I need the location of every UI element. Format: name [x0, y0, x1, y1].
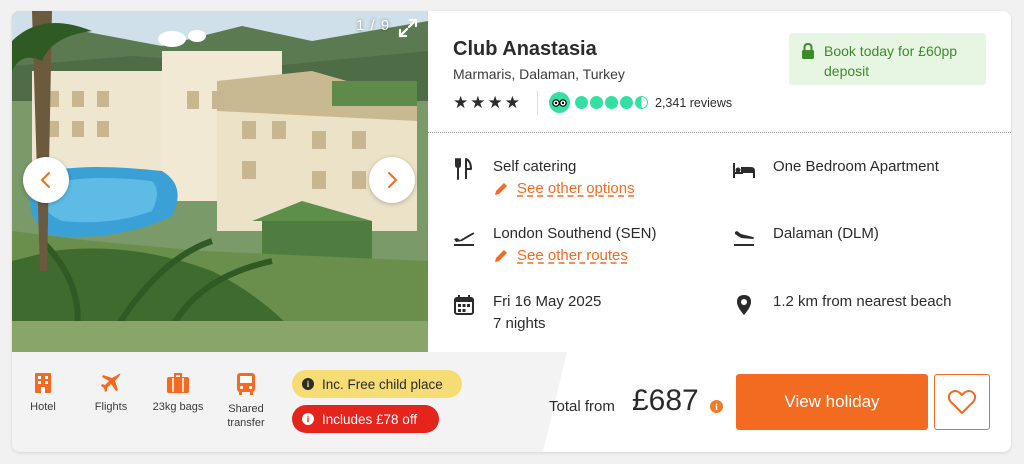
hotel-location: Marmaris, Dalaman, Turkey — [453, 66, 625, 82]
price-info-icon[interactable]: i — [710, 400, 723, 413]
rating-bubble-half — [635, 96, 648, 109]
inclusion-label: 23kg bags — [152, 401, 204, 413]
info-icon: i — [302, 378, 314, 390]
tripadvisor-owl-icon — [549, 92, 570, 113]
section-divider — [428, 132, 1011, 133]
pencil-icon — [495, 249, 507, 262]
star-icon: ★ — [487, 93, 503, 112]
rating-bubble — [605, 96, 618, 109]
next-image-button[interactable] — [369, 157, 415, 203]
inclusion-hotel: Hotel — [13, 372, 73, 414]
heart-icon — [947, 390, 977, 414]
arrival-airport: Dalaman (DLM) — [773, 225, 879, 242]
hotel-photo-image — [12, 11, 428, 352]
chevron-right-icon — [388, 172, 398, 188]
see-other-options-label: See other options — [517, 180, 635, 197]
chevron-left-icon — [40, 172, 50, 188]
free-child-place-label: Inc. Free child place — [322, 376, 443, 392]
plane-departure-icon — [454, 232, 475, 246]
plane-arrival-icon — [734, 231, 754, 246]
star-icon: ★ — [470, 93, 486, 112]
see-other-routes-label: See other routes — [517, 247, 628, 264]
tripadvisor-rating — [575, 96, 648, 109]
cutlery-icon — [455, 158, 472, 180]
duration: 7 nights — [493, 315, 546, 332]
inclusion-label: Flights — [94, 401, 128, 413]
departure-date: Fri 16 May 2025 — [493, 293, 602, 310]
see-other-options-link[interactable]: See other options — [493, 180, 635, 197]
hotel-icon — [35, 373, 51, 393]
inclusion-bags: 23kg bags — [148, 372, 208, 414]
discount-label: Includes £78 off — [322, 411, 418, 427]
hotel-name[interactable]: Club Anastasia — [453, 38, 597, 61]
review-count[interactable]: 2,341 reviews — [655, 96, 732, 110]
bed-icon — [733, 163, 755, 178]
hotel-photo[interactable]: 1 / 9 — [12, 11, 428, 352]
board-type: Self catering — [493, 158, 577, 175]
suitcase-icon — [167, 373, 189, 393]
deposit-text: Book today for £60pp deposit — [824, 43, 958, 79]
rating-bubble — [575, 96, 588, 109]
image-counter: 1 / 9 — [356, 17, 391, 34]
see-other-routes-link[interactable]: See other routes — [493, 247, 628, 264]
inclusion-label: Shared transfer — [227, 403, 265, 429]
rating-bubble — [590, 96, 603, 109]
star-rating: ★ ★ ★ ★ — [453, 93, 520, 113]
star-icon: ★ — [453, 93, 469, 112]
deposit-banner: Book today for £60pp deposit — [789, 33, 986, 85]
inclusion-label: Hotel — [30, 401, 56, 413]
view-holiday-button[interactable]: View holiday — [736, 374, 928, 430]
pencil-icon — [495, 182, 507, 195]
rating-bubble — [620, 96, 633, 109]
departure-airport: London Southend (SEN) — [493, 225, 657, 242]
total-from-label: Total from — [549, 398, 615, 415]
previous-image-button[interactable] — [23, 157, 69, 203]
lock-icon — [802, 43, 814, 59]
plane-icon — [101, 373, 121, 392]
beach-distance: 1.2 km from nearest beach — [773, 293, 952, 310]
rating-divider — [537, 91, 538, 115]
star-icon: ★ — [504, 93, 520, 112]
discount-badge[interactable]: i Includes £78 off — [292, 405, 439, 433]
info-icon: i — [302, 413, 314, 425]
inclusion-flights: Flights — [81, 372, 141, 414]
free-child-place-badge[interactable]: i Inc. Free child place — [292, 370, 462, 398]
inclusion-transfer: Shared transfer — [216, 372, 276, 430]
total-price: £687 — [632, 384, 699, 417]
expand-icon[interactable] — [397, 17, 419, 39]
room-type: One Bedroom Apartment — [773, 158, 939, 175]
bus-icon — [237, 373, 255, 395]
calendar-icon — [454, 295, 474, 315]
location-pin-icon — [737, 295, 751, 315]
holiday-card: 1 / 9 Club Anastasia Marmaris, Dalaman, … — [12, 11, 1011, 452]
favourite-button[interactable] — [934, 374, 990, 430]
